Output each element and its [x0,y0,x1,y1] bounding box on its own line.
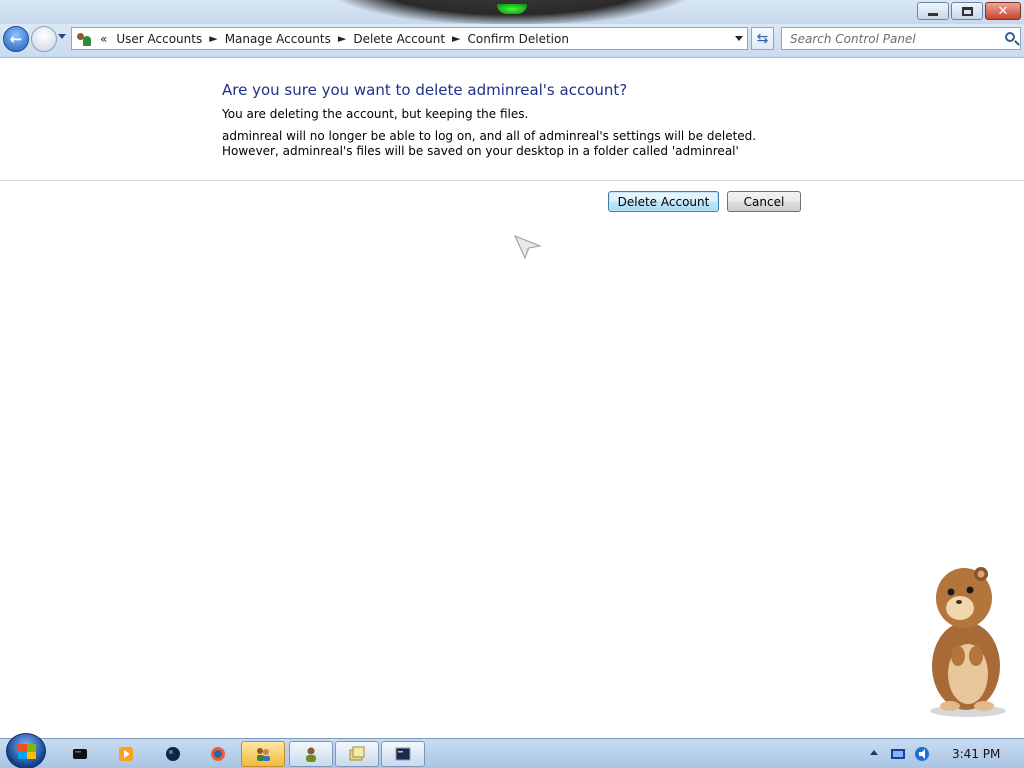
command-prompt-icon [395,747,411,761]
deletion-explanation: adminreal will no longer be able to log … [222,129,757,158]
search-input[interactable] [790,31,990,46]
restore-button[interactable] [951,2,983,20]
navigation-bar: ← « User Accounts ► Manage Accounts ► De… [0,24,1024,58]
divider [0,180,1024,181]
mouse-pointer-icon [514,235,542,260]
green-gem-icon [497,4,527,14]
back-button[interactable]: ← [3,26,29,52]
windows-explorer-icon [349,746,365,761]
hamster-mascot-image [930,567,1006,717]
minimize-button[interactable] [917,2,949,20]
delete-account-button[interactable]: Delete Account [608,191,719,212]
windows-logo-icon [18,744,36,759]
taskbar-globe-button[interactable] [151,741,195,767]
taskbar-terminal-button[interactable] [58,741,102,767]
page-subtitle: You are deleting the account, but keepin… [222,107,529,121]
address-bar[interactable]: « User Accounts ► Manage Accounts ► Dele… [71,27,748,50]
user-icon [306,747,316,762]
breadcrumb-separator-icon[interactable]: ► [338,32,346,45]
taskbar-command-prompt-button[interactable] [381,741,425,767]
forward-button[interactable] [31,26,57,52]
close-button[interactable]: ✕ [985,2,1021,20]
cancel-button[interactable]: Cancel [727,191,801,212]
breadcrumb-delete-account[interactable]: Delete Account [353,32,445,46]
breadcrumb-manage-accounts[interactable]: Manage Accounts [225,32,331,46]
taskbar-explorer-button[interactable] [335,741,379,767]
breadcrumb-separator-icon[interactable]: ► [209,32,217,45]
title-glow-decoration [330,0,694,24]
page-title: Are you sure you want to delete adminrea… [222,81,628,99]
breadcrumb-user-accounts[interactable]: User Accounts [116,32,202,46]
user-accounts-icon [76,31,92,47]
refresh-button[interactable]: ⇆ [751,27,774,50]
globe-icon [166,747,180,761]
breadcrumb-separator-icon[interactable]: ► [452,32,460,45]
content-pane: Are you sure you want to delete adminrea… [0,59,1024,738]
breadcrumb-overflow-chevron[interactable]: « [100,32,107,46]
address-history-dropdown-icon[interactable] [735,36,743,41]
start-button[interactable] [6,733,46,768]
taskbar-firefox-button[interactable] [196,741,240,767]
volume-icon[interactable] [914,746,930,762]
media-player-icon [119,747,133,761]
window-controls: ✕ [917,2,1021,20]
network-icon[interactable] [890,746,906,762]
taskbar-user-button[interactable] [289,741,333,767]
taskbar-user-accounts-button[interactable] [241,741,285,767]
close-icon: ✕ [997,3,1009,19]
window-title-bar: ✕ [0,0,1024,24]
taskbar: 3:41 PM [0,733,1024,768]
show-hidden-icons-icon[interactable] [870,750,878,755]
minimize-icon [928,12,938,16]
terminal-icon [73,749,87,759]
clock[interactable]: 3:41 PM [952,747,1000,761]
refresh-icon: ⇆ [756,30,769,47]
search-icon[interactable] [1005,32,1015,42]
restore-icon [961,6,973,16]
back-arrow-icon: ← [9,30,23,48]
breadcrumb-confirm-deletion[interactable]: Confirm Deletion [468,32,569,46]
search-box[interactable] [781,27,1021,50]
user-accounts-icon [257,748,270,761]
taskbar-media-player-button[interactable] [104,741,148,767]
firefox-icon [211,747,225,761]
recent-pages-dropdown-icon[interactable] [58,34,66,39]
